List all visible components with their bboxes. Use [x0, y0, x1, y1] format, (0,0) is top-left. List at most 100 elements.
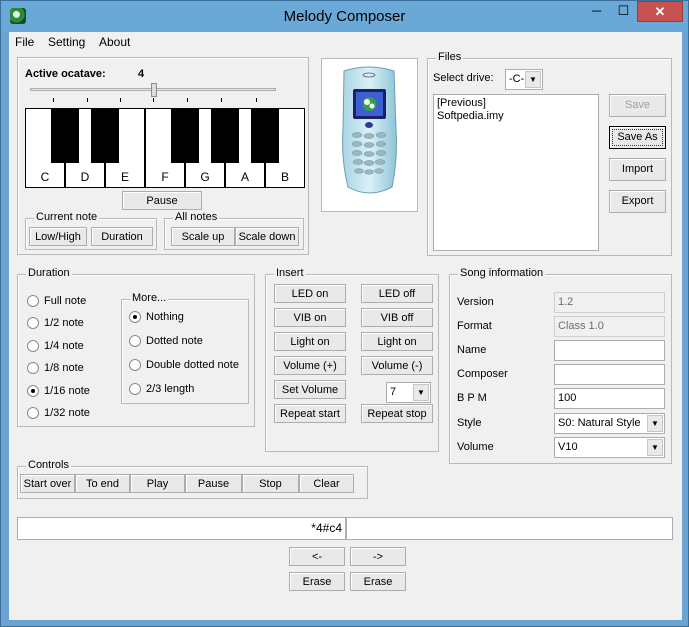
- maximize-button[interactable]: ☐: [610, 1, 637, 22]
- style-select[interactable]: S0: Natural Style ▼: [554, 413, 665, 434]
- current-note-group: Current note Low/High Duration: [25, 211, 157, 250]
- piano-key-g-sharp[interactable]: [211, 108, 239, 163]
- all-notes-title: All notes: [173, 211, 220, 223]
- name-field[interactable]: [554, 340, 665, 361]
- scale-up-button[interactable]: Scale up: [171, 227, 235, 246]
- octave-slider-thumb[interactable]: [151, 83, 157, 97]
- volume-level-select[interactable]: 7 ▼: [386, 382, 431, 403]
- volume-down-button[interactable]: Volume (-): [361, 356, 433, 375]
- radio-label: 2/3 length: [146, 383, 195, 395]
- volume-up-button[interactable]: Volume (+): [274, 356, 346, 375]
- file-list-item[interactable]: [Previous]: [437, 97, 595, 110]
- menu-setting[interactable]: Setting: [48, 35, 85, 49]
- led-off-button[interactable]: LED off: [361, 284, 433, 303]
- client-area: File Setting About Active ocatave: 4 C D…: [9, 32, 682, 620]
- repeat-start-button[interactable]: Repeat start: [274, 404, 346, 423]
- style-value: S0: Natural Style: [558, 417, 641, 429]
- radio-dotted-note[interactable]: [129, 335, 141, 347]
- menu-about[interactable]: About: [99, 35, 130, 49]
- led-on-button[interactable]: LED on: [274, 284, 346, 303]
- light-off-button[interactable]: Light on: [361, 332, 433, 351]
- minimize-button[interactable]: ─: [583, 1, 610, 22]
- song-info-panel: Song information Version 1.2 Format Clas…: [449, 267, 672, 464]
- slider-tick: [153, 98, 154, 102]
- radio-quarter-note[interactable]: [27, 340, 39, 352]
- slider-tick: [53, 98, 54, 102]
- name-label: Name: [457, 344, 487, 356]
- more-title: More...: [130, 292, 169, 304]
- select-drive-label: Select drive:: [433, 72, 494, 84]
- radio-half-note[interactable]: [27, 317, 39, 329]
- sequence-left-field[interactable]: *4#c4: [17, 517, 346, 540]
- move-right-button[interactable]: ->: [350, 547, 406, 566]
- pause-button[interactable]: Pause: [122, 191, 202, 210]
- duration-title: Duration: [26, 267, 72, 279]
- key-label: B: [280, 170, 289, 184]
- menu-file[interactable]: File: [15, 35, 34, 49]
- radio-label: Double dotted note: [146, 359, 239, 371]
- radio-full-note[interactable]: [27, 295, 39, 307]
- radio-nothing[interactable]: [129, 311, 141, 323]
- drive-select[interactable]: -C- ▼: [505, 69, 543, 90]
- play-button[interactable]: Play: [130, 474, 185, 493]
- piano-panel: Active ocatave: 4 C D E F G A B Pause Cu…: [17, 57, 309, 255]
- file-list-item[interactable]: Softpedia.imy: [437, 110, 595, 123]
- duration-panel: Duration Full note 1/2 note 1/4 note 1/8…: [17, 267, 255, 427]
- scale-down-button[interactable]: Scale down: [235, 227, 299, 246]
- close-button[interactable]: ✕: [637, 1, 683, 22]
- slider-tick: [87, 98, 88, 102]
- erase-left-button[interactable]: Erase: [289, 572, 345, 591]
- file-list[interactable]: [Previous] Softpedia.imy: [433, 94, 599, 251]
- radio-two-thirds-length[interactable]: [129, 383, 141, 395]
- controls-panel: Controls Start over To end Play Pause St…: [17, 459, 368, 499]
- repeat-stop-button[interactable]: Repeat stop: [361, 404, 433, 423]
- song-volume-select[interactable]: V10 ▼: [554, 437, 665, 458]
- current-note-title: Current note: [34, 211, 100, 223]
- bpm-field[interactable]: 100: [554, 388, 665, 409]
- insert-panel: Insert LED on LED off VIB on VIB off Lig…: [265, 267, 439, 452]
- title-bar: Melody Composer ─ ☐ ✕: [1, 1, 688, 32]
- low-high-button[interactable]: Low/High: [29, 227, 87, 246]
- version-label: Version: [457, 296, 494, 308]
- move-left-button[interactable]: <-: [289, 547, 345, 566]
- piano-key-a-sharp[interactable]: [251, 108, 279, 163]
- controls-title: Controls: [26, 459, 71, 471]
- start-over-button[interactable]: Start over: [20, 474, 75, 493]
- save-as-button[interactable]: Save As: [609, 126, 666, 149]
- save-button[interactable]: Save: [609, 94, 666, 117]
- stop-button[interactable]: Stop: [242, 474, 299, 493]
- duration-button[interactable]: Duration: [91, 227, 153, 246]
- radio-eighth-note[interactable]: [27, 362, 39, 374]
- key-label: F: [161, 170, 169, 184]
- format-field: Class 1.0: [554, 316, 665, 337]
- drive-value: -C-: [509, 73, 525, 85]
- piano-key-c-sharp[interactable]: [51, 108, 79, 163]
- import-button[interactable]: Import: [609, 158, 666, 181]
- export-button[interactable]: Export: [609, 190, 666, 213]
- erase-right-button[interactable]: Erase: [350, 572, 406, 591]
- app-window: Melody Composer ─ ☐ ✕ File Setting About…: [0, 0, 689, 627]
- song-info-title: Song information: [458, 267, 546, 279]
- vib-on-button[interactable]: VIB on: [274, 308, 346, 327]
- octave-value: 4: [138, 68, 145, 80]
- set-volume-button[interactable]: Set Volume: [274, 380, 346, 399]
- radio-label: 1/2 note: [44, 317, 84, 329]
- key-label: E: [120, 170, 129, 184]
- all-notes-group: All notes Scale up Scale down: [164, 211, 304, 250]
- radio-double-dotted-note[interactable]: [129, 359, 141, 371]
- radio-thirtysecond-note[interactable]: [27, 407, 39, 419]
- version-field: 1.2: [554, 292, 665, 313]
- light-on-button[interactable]: Light on: [274, 332, 346, 351]
- vib-off-button[interactable]: VIB off: [361, 308, 433, 327]
- clear-button[interactable]: Clear: [299, 474, 354, 493]
- composer-field[interactable]: [554, 364, 665, 385]
- radio-sixteenth-note[interactable]: [27, 385, 39, 397]
- composer-label: Composer: [457, 368, 508, 380]
- key-label: A: [240, 170, 249, 184]
- pause-playback-button[interactable]: Pause: [185, 474, 242, 493]
- radio-label: 1/16 note: [44, 385, 90, 397]
- piano-key-f-sharp[interactable]: [171, 108, 199, 163]
- piano-key-d-sharp[interactable]: [91, 108, 119, 163]
- sequence-right-field[interactable]: [346, 517, 673, 540]
- to-end-button[interactable]: To end: [75, 474, 130, 493]
